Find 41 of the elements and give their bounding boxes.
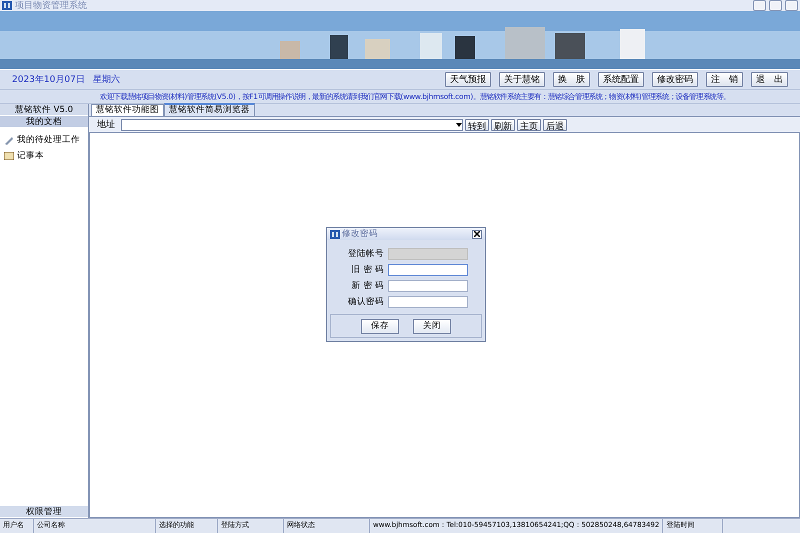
tab[interactable]: 慧铭软件功能图 [91, 104, 164, 116]
header-button[interactable]: 关于慧铭 [499, 72, 545, 87]
input-field[interactable] [388, 296, 468, 308]
app-logo-icon [330, 230, 340, 238]
sidebar-item[interactable]: 记事本 [0, 148, 88, 164]
notepad-icon [4, 152, 14, 160]
browser-button[interactable]: 后退 [543, 118, 567, 130]
header-button[interactable]: 天气预报 [445, 72, 491, 87]
input-field[interactable] [388, 264, 468, 276]
header-button[interactable]: 注 销 [706, 72, 743, 87]
address-field[interactable] [121, 118, 463, 130]
sidebar-item[interactable]: 我的待处理工作 [0, 132, 88, 148]
dropdown-icon [456, 122, 462, 126]
field-label: 登陆帐号 [347, 248, 384, 260]
maximize-button[interactable] [769, 0, 782, 11]
app-logo-icon [2, 1, 12, 10]
pen-icon [4, 136, 14, 144]
dialog-button[interactable]: 保存 [361, 318, 399, 334]
browser-button[interactable]: 转到 [465, 118, 489, 130]
header-button[interactable]: 换 肤 [553, 72, 590, 87]
field-label: 新 密 码 [350, 280, 384, 292]
sidebar-section[interactable]: 慧铭软件 V5.0 [0, 104, 88, 116]
header-button[interactable]: 修改密码 [652, 72, 698, 87]
sidebar-section[interactable]: 我的文档 [0, 116, 88, 128]
input-field[interactable] [388, 280, 468, 292]
close-button[interactable] [472, 230, 482, 238]
field-label: 确认密码 [347, 296, 384, 308]
field-label: 旧 密 码 [350, 264, 384, 276]
address-label: 地址 [97, 118, 115, 131]
weekday-text: 星期六 [92, 74, 120, 86]
dialog-title: 修改密码 [342, 228, 379, 240]
minimize-button[interactable] [753, 0, 766, 11]
tab[interactable]: 慧铭软件简易浏览器 [164, 103, 255, 116]
browser-button[interactable]: 主页 [517, 118, 541, 130]
sidebar-section[interactable]: 权限管理 [0, 506, 88, 518]
dialog-button[interactable]: 关闭 [413, 318, 451, 334]
date-text: 2023年10月07日 [12, 74, 85, 86]
header-button[interactable]: 退 出 [751, 72, 788, 87]
window-title: 项目物资管理系统 [15, 0, 88, 12]
browser-button[interactable]: 刷新 [491, 118, 515, 130]
header-button[interactable]: 系统配置 [598, 72, 644, 87]
